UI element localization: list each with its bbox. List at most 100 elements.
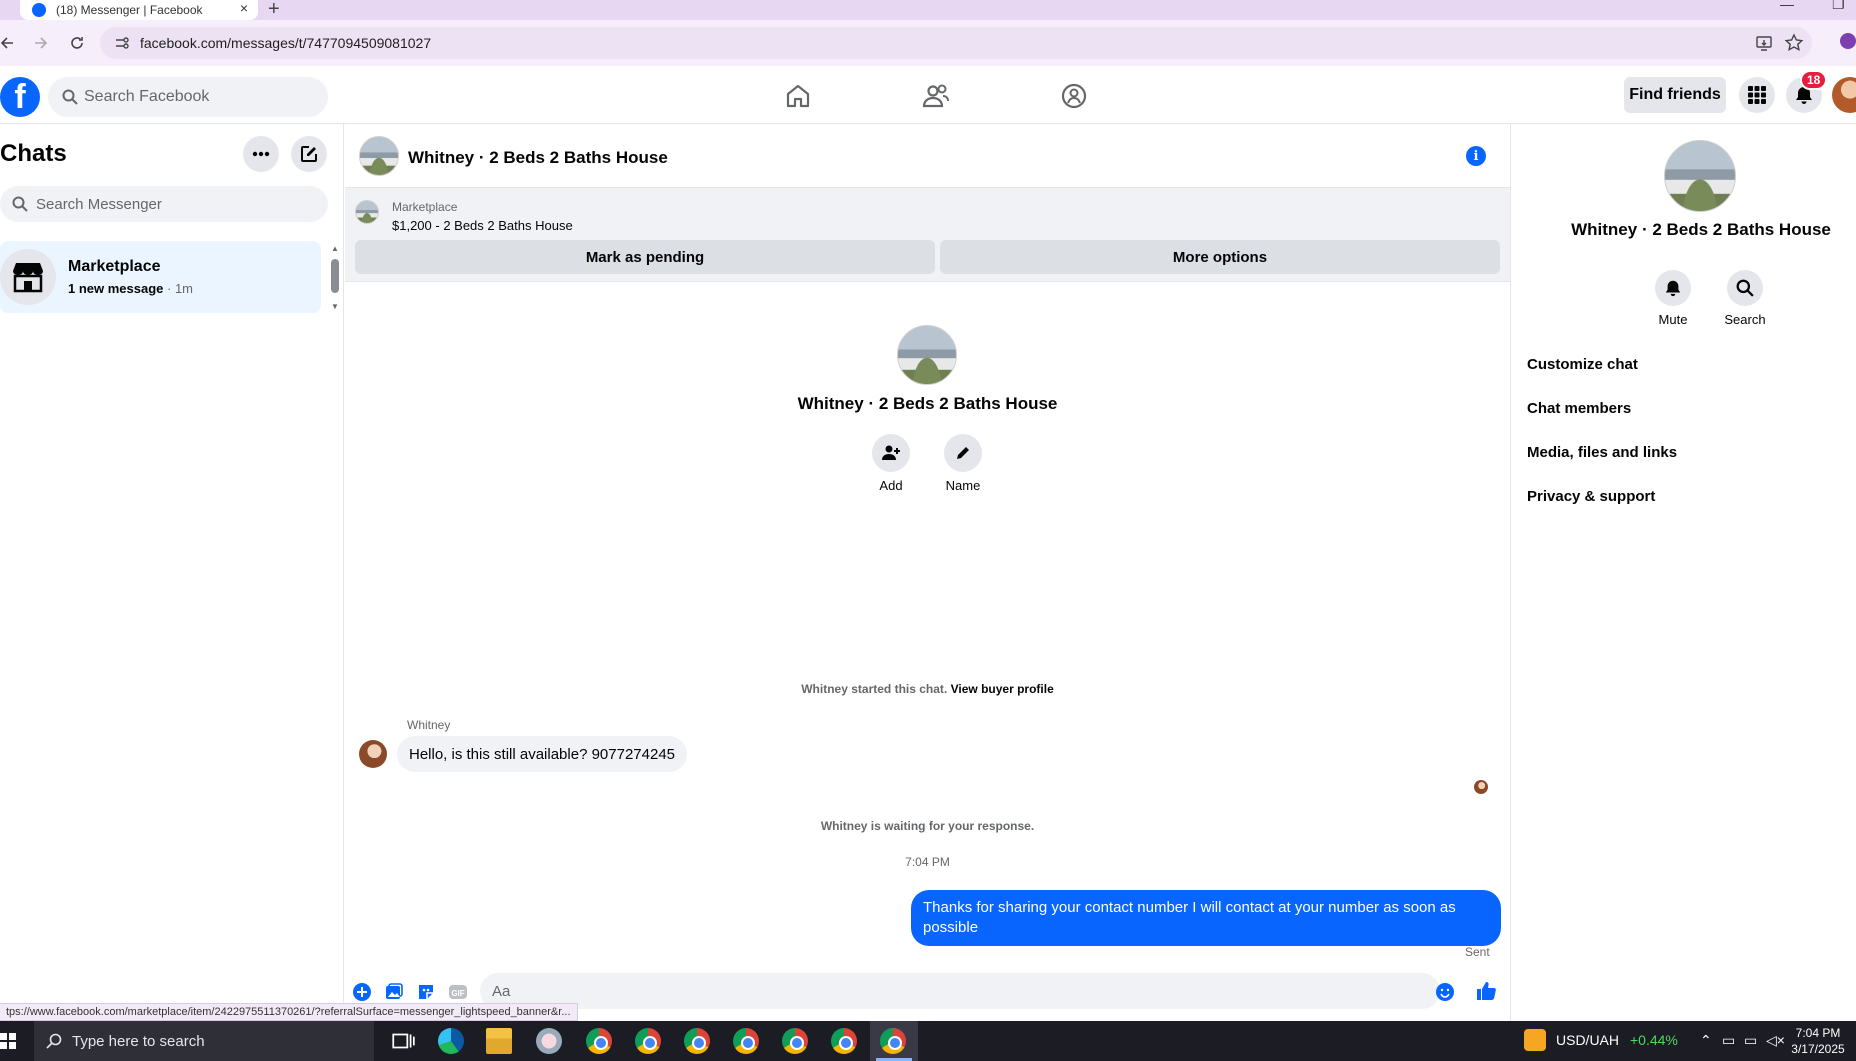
currency-pair[interactable]: USD/UAH (1556, 1032, 1619, 1048)
customize-chat-link[interactable]: Customize chat (1527, 356, 1638, 373)
restore-icon[interactable]: ❐ (1832, 0, 1845, 13)
incoming-message[interactable]: Hello, is this still available? 90772742… (397, 736, 688, 772)
scroll-down-arrow[interactable]: ▼ (331, 302, 339, 311)
chats-options-button[interactable] (243, 136, 279, 172)
name-label: Name (945, 478, 981, 493)
task-view-icon[interactable] (390, 1028, 416, 1054)
view-buyer-profile-link[interactable]: View buyer profile (951, 682, 1054, 696)
listing-title[interactable]: $1,200 - 2 Beds 2 Baths House (392, 218, 573, 233)
network-icon[interactable]: ▭ (1744, 1032, 1757, 1049)
chrome-profile-4-icon[interactable] (733, 1028, 759, 1054)
back-icon[interactable] (0, 30, 20, 56)
listing-thumbnail[interactable] (355, 200, 379, 224)
friends-icon[interactable] (922, 82, 950, 110)
minimize-icon[interactable]: — (1780, 0, 1794, 12)
taskbar-search-input[interactable]: Type here to search (34, 1021, 374, 1061)
address-bar[interactable]: facebook.com/messages/t/7477094509081027 (100, 27, 1812, 59)
reload-icon[interactable] (64, 30, 90, 56)
photo-icon[interactable] (384, 982, 404, 1002)
chat-preview-separator: · (163, 281, 175, 296)
facebook-logo[interactable]: f (0, 77, 40, 117)
meet-now-icon[interactable]: ▭ (1722, 1032, 1735, 1049)
browser-tab[interactable]: (18) Messenger | Facebook × (20, 0, 258, 20)
outgoing-message[interactable]: Thanks for sharing your contact number I… (911, 890, 1501, 946)
chrome-active-icon[interactable] (880, 1028, 906, 1054)
facebook-favicon-icon (32, 3, 46, 17)
name-chat-button[interactable]: Name (933, 434, 993, 493)
sticker-icon[interactable] (416, 982, 436, 1002)
sender-avatar[interactable] (359, 740, 387, 768)
thumbs-up-icon[interactable] (1475, 980, 1497, 1002)
paint-app-icon[interactable] (536, 1028, 562, 1054)
install-app-icon[interactable] (1754, 33, 1774, 53)
chat-members-link[interactable]: Chat members (1527, 400, 1631, 417)
message-input[interactable]: Aa (480, 973, 1440, 1009)
conversation-pane: Whitney · 2 Beds 2 Baths House i Marketp… (345, 124, 1510, 1021)
system-clock[interactable]: 7:04 PM 3/17/2025 (1780, 1025, 1856, 1057)
message-input-placeholder: Aa (492, 982, 511, 1000)
gif-icon[interactable]: GIF (448, 982, 468, 1002)
mute-button[interactable]: Mute (1643, 270, 1703, 327)
conversation-title[interactable]: Whitney · 2 Beds 2 Baths House (408, 148, 668, 168)
start-button[interactable] (0, 1033, 16, 1049)
find-friends-button[interactable]: Find friends (1624, 77, 1726, 113)
plus-circle-icon[interactable] (352, 982, 372, 1002)
scroll-up-arrow[interactable]: ▲ (331, 244, 339, 253)
close-tab-icon[interactable]: × (240, 0, 248, 16)
mute-label: Mute (1658, 312, 1688, 327)
edge-icon[interactable] (438, 1028, 464, 1054)
sender-name: Whitney (407, 718, 451, 732)
chrome-profile-2-icon[interactable] (635, 1028, 661, 1054)
bookmark-star-icon[interactable] (1784, 33, 1804, 53)
search-icon (1736, 279, 1754, 297)
new-tab-button[interactable]: + (268, 0, 280, 21)
chrome-profile-6-icon[interactable] (831, 1028, 857, 1054)
sent-status: Sent (1465, 945, 1490, 959)
info-icon[interactable]: i (1466, 146, 1486, 166)
forward-icon[interactable] (28, 30, 54, 56)
message-timestamp: 7:04 PM (905, 855, 950, 869)
site-settings-icon[interactable] (114, 35, 130, 51)
chat-list-item[interactable]: Marketplace 1 new message · 1m (0, 241, 321, 313)
new-message-button[interactable] (291, 136, 327, 172)
mark-as-pending-button[interactable]: Mark as pending (355, 240, 935, 274)
file-explorer-icon[interactable] (486, 1028, 512, 1054)
currency-change: +0.44% (1630, 1032, 1678, 1048)
account-avatar[interactable] (1832, 77, 1856, 113)
home-icon[interactable] (784, 82, 812, 110)
conversation-avatar[interactable] (359, 136, 399, 176)
details-avatar[interactable] (1664, 140, 1736, 212)
chats-title: Chats (0, 140, 67, 167)
windows-taskbar: Type here to search USD/UAH +0.44% ⌃ ▭ ▭… (0, 1021, 1856, 1061)
facebook-search-input[interactable]: Search Facebook (48, 77, 328, 117)
details-name: Whitney · 2 Beds 2 Baths House (1571, 220, 1831, 239)
messenger-search-input[interactable]: Search Messenger (0, 186, 328, 222)
chrome-profile-5-icon[interactable] (782, 1028, 808, 1054)
app-grid-icon (1748, 86, 1766, 104)
search-in-chat-button[interactable]: Search (1715, 270, 1775, 327)
browser-profile-icon[interactable] (1840, 33, 1856, 49)
url-text: facebook.com/messages/t/7477094509081027 (140, 35, 432, 51)
groups-icon[interactable] (1060, 82, 1088, 110)
add-people-button[interactable]: Add (861, 434, 921, 493)
marketplace-avatar (0, 249, 56, 305)
chat-list-scrollbar[interactable] (331, 259, 339, 293)
chats-sidebar: Chats Search Messenger Marketplace 1 new… (0, 124, 344, 1021)
search-icon (12, 196, 28, 212)
media-files-links-link[interactable]: Media, files and links (1527, 444, 1677, 461)
clock-time: 7:04 PM (1795, 1026, 1841, 1040)
privacy-support-link[interactable]: Privacy & support (1527, 488, 1655, 505)
chat-preview-text: 1 new message (68, 281, 164, 296)
pencil-icon (957, 447, 969, 459)
emoji-icon[interactable] (1435, 982, 1455, 1002)
chrome-profile-3-icon[interactable] (684, 1028, 710, 1054)
add-label: Add (879, 478, 903, 493)
waiting-notice: Whitney is waiting for your response. (820, 819, 1035, 833)
show-hidden-icons-icon[interactable]: ⌃ (1700, 1032, 1712, 1049)
currency-widget-icon[interactable] (1524, 1029, 1546, 1051)
tab-title: (18) Messenger | Facebook (56, 3, 203, 17)
chrome-profile-1-icon[interactable] (586, 1028, 612, 1054)
more-options-button[interactable]: More options (940, 240, 1500, 274)
chat-time: 1m (174, 281, 194, 296)
menu-button[interactable] (1739, 77, 1775, 113)
